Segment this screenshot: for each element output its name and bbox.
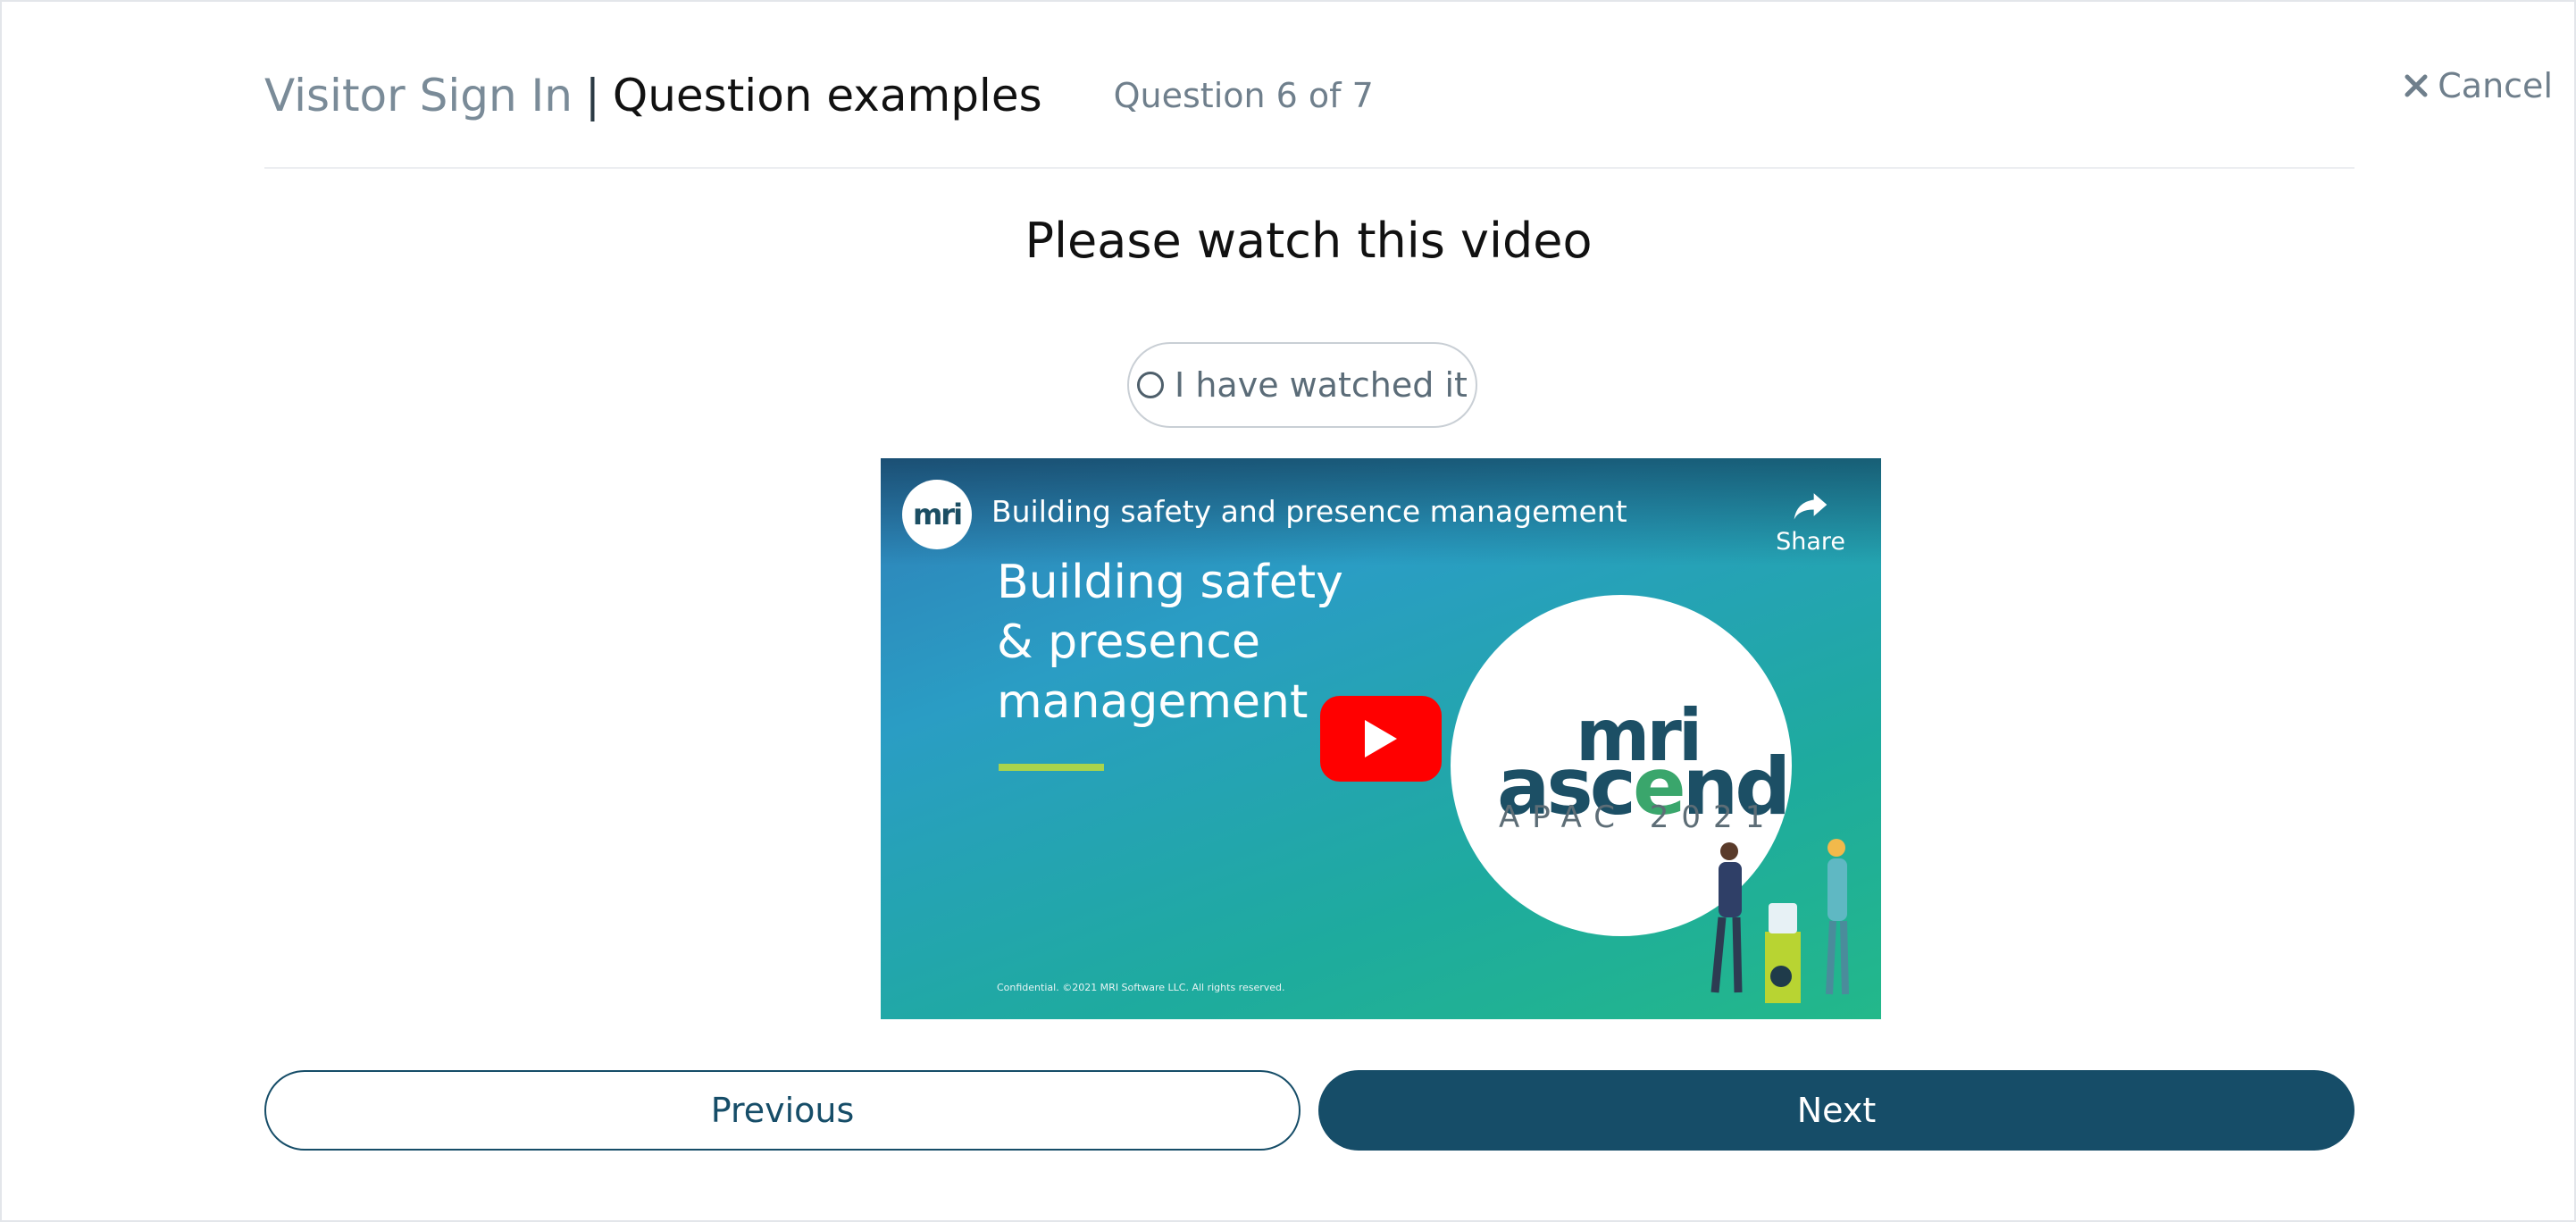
cancel-label: Cancel	[2438, 66, 2553, 105]
page-title: Question examples	[612, 70, 1042, 121]
cancel-button[interactable]: Cancel	[2404, 66, 2553, 105]
video-title[interactable]: Building safety and presence management	[991, 494, 1627, 529]
next-button[interactable]: Next	[1318, 1070, 2354, 1151]
event-logo-subtitle: APAC 2021	[1499, 799, 1777, 835]
breadcrumb-app-name: Visitor Sign In	[264, 70, 573, 121]
question-progress: Question 6 of 7	[1113, 76, 1374, 115]
watched-confirm-label: I have watched it	[1175, 365, 1468, 405]
question-prompt: Please watch this video	[1025, 213, 1593, 269]
share-label: Share	[1776, 528, 1845, 556]
video-copyright-note: Confidential. ©2021 MRI Software LLC. Al…	[997, 982, 1285, 993]
close-icon	[2405, 74, 2428, 97]
watched-confirm-radio[interactable]: I have watched it	[1127, 342, 1477, 428]
breadcrumb-separator: |	[584, 70, 600, 121]
header-divider	[264, 167, 2354, 169]
previous-button[interactable]: Previous	[264, 1070, 1301, 1151]
share-button[interactable]: Share	[1776, 485, 1845, 556]
page-header: Visitor Sign In | Question examples Ques…	[264, 64, 1374, 127]
video-player[interactable]: mri Building safety and presence managem…	[881, 458, 1881, 1019]
channel-logo-text: mri	[912, 498, 963, 531]
people-illustration-icon	[1710, 839, 1849, 1003]
share-icon	[1794, 493, 1827, 520]
play-icon	[1365, 720, 1397, 757]
radio-unchecked-icon	[1137, 372, 1165, 398]
channel-avatar[interactable]: mri	[902, 480, 972, 549]
play-button[interactable]	[1320, 696, 1442, 782]
slide-accent-bar	[999, 764, 1104, 771]
